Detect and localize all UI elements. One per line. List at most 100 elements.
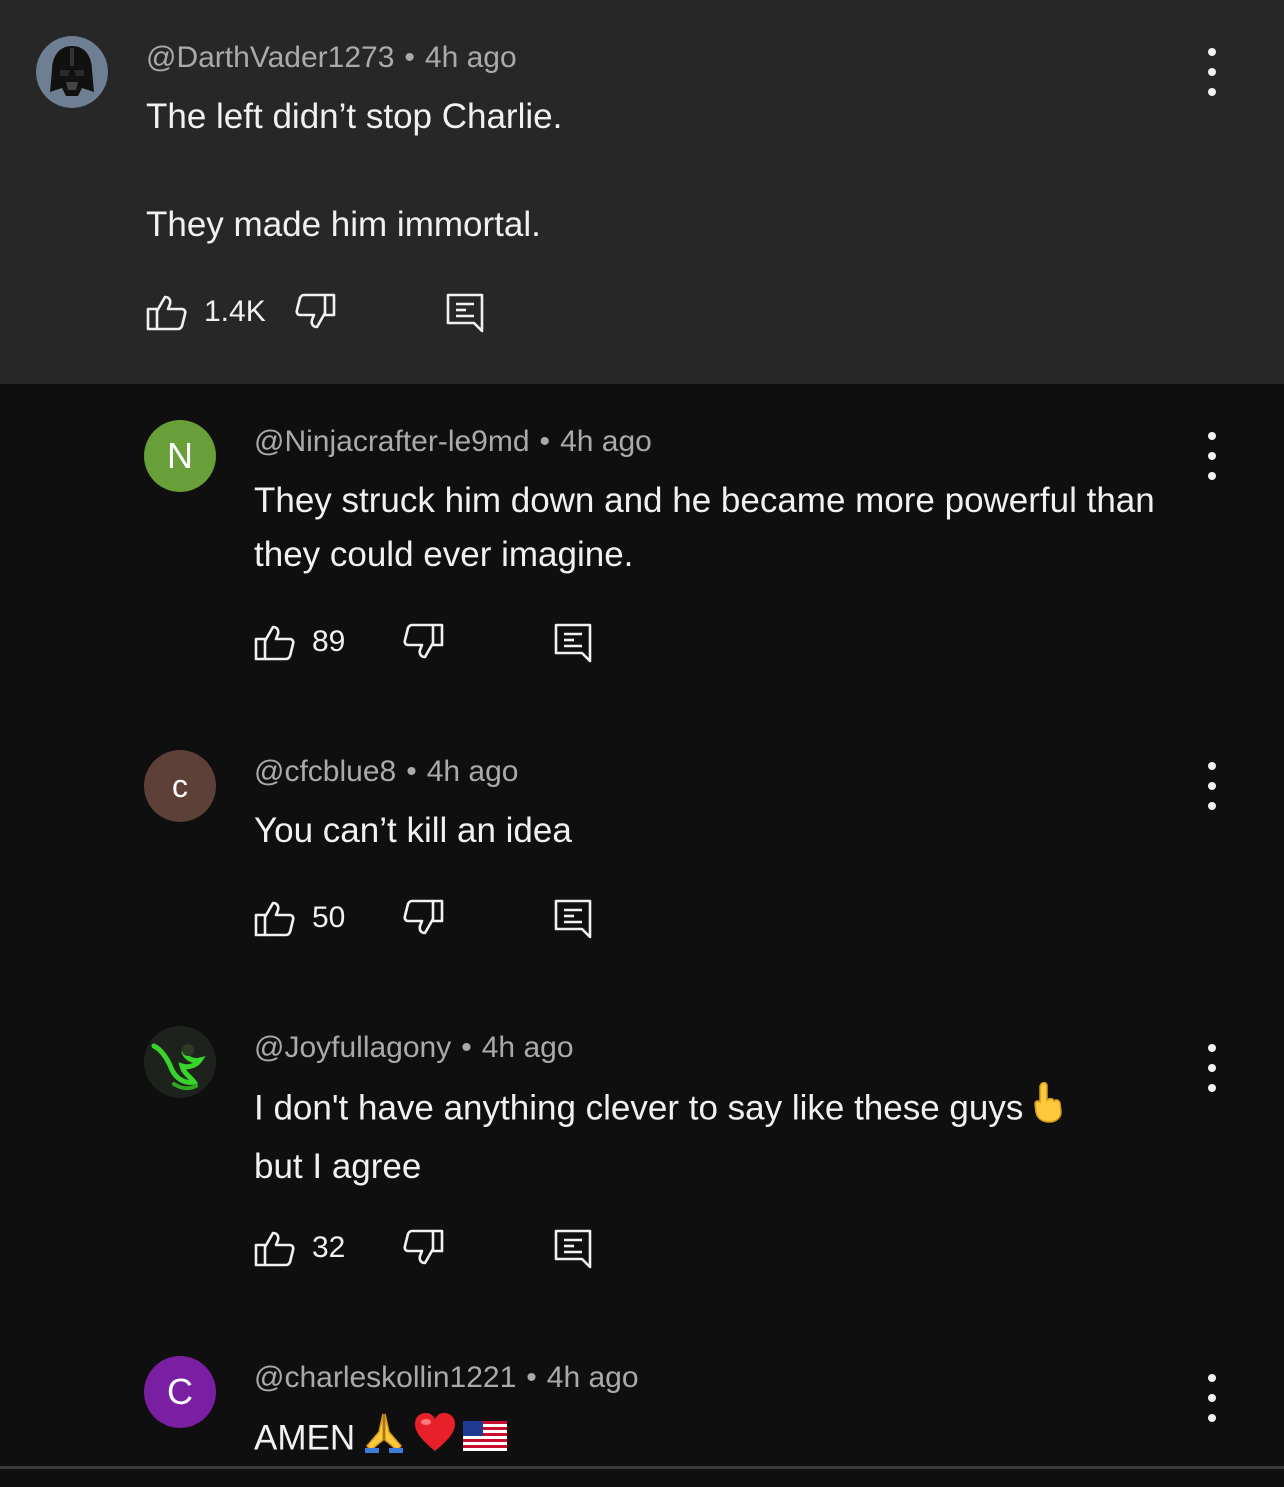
like-count: 1.4K (204, 295, 266, 328)
avatar[interactable]: C (144, 1356, 216, 1428)
dot-icon (1208, 1084, 1216, 1092)
thumbs-up-icon (254, 625, 295, 661)
dot-icon (1208, 452, 1216, 460)
dot-icon (1208, 1414, 1216, 1422)
avatar[interactable]: N (144, 420, 216, 492)
comment-body: @Joyfullagony • 4h ago I don't have anythi… (254, 1030, 1184, 1194)
comment-body: @charleskollin1221 • 4h ago AMEN (254, 1360, 1184, 1470)
reply-icon (554, 1229, 592, 1269)
meta-separator: • (461, 1031, 472, 1064)
comment-actions: 1.4K (146, 288, 486, 336)
comment-author[interactable]: @DarthVader1273 (146, 41, 394, 74)
more-options-button[interactable] (1198, 1374, 1226, 1422)
meta-separator: • (539, 425, 551, 458)
dot-icon (1208, 1394, 1216, 1402)
reply-icon (554, 623, 592, 663)
comment-time[interactable]: 4h ago (425, 41, 517, 74)
comment-text: You can’t kill an idea (254, 811, 572, 850)
meta-separator: • (406, 755, 417, 788)
dot-icon (1208, 1374, 1216, 1382)
like-button[interactable] (254, 1227, 296, 1269)
dislike-button[interactable] (402, 897, 444, 939)
comment-meta: @cfcblue8 • 4h ago (254, 754, 1184, 790)
comment-author[interactable]: @cfcblue8 (254, 755, 396, 788)
comment-meta: @Ninjacrafter-le9md • 4h ago (254, 424, 1184, 460)
dot-icon (1208, 48, 1216, 56)
comment-text-line2: but I agree (254, 1147, 422, 1186)
comment-actions: 32 (254, 1224, 594, 1272)
comment-text-line1: I don't have anything clever to say like… (254, 1088, 1024, 1128)
like-count: 32 (312, 1231, 346, 1264)
folded-hands-icon (361, 1410, 407, 1470)
like-button[interactable] (146, 291, 188, 333)
dot-icon (1208, 802, 1216, 810)
comment-time[interactable]: 4h ago (547, 1361, 639, 1394)
dot-icon (1208, 432, 1216, 440)
avatar[interactable] (36, 36, 108, 108)
comment-meta: @charleskollin1221 • 4h ago (254, 1360, 1184, 1396)
comment-text: AMEN (254, 1410, 1184, 1470)
thumbs-down-icon (403, 899, 444, 935)
comment-time[interactable]: 4h ago (427, 755, 519, 788)
comment-meta: @Joyfullagony • 4h ago (254, 1030, 1184, 1066)
green-creature-avatar-icon (144, 1026, 216, 1098)
reply-button[interactable] (444, 291, 486, 333)
more-options-button[interactable] (1198, 48, 1226, 96)
like-count: 89 (312, 625, 346, 658)
more-options-button[interactable] (1198, 762, 1226, 810)
us-flag-icon (463, 1413, 508, 1467)
thumbs-down-icon (403, 1229, 444, 1265)
highlighted-comment: @DarthVader1273 • 4h ago The left didn’t s… (0, 0, 1284, 384)
reply-icon (446, 293, 484, 333)
comment-text: The left didn’t stop Charlie. They made … (146, 97, 563, 244)
dislike-button[interactable] (402, 621, 444, 663)
comment-time[interactable]: 4h ago (482, 1031, 574, 1064)
divider (0, 1466, 1284, 1469)
comment-body: @Ninjacrafter-le9md • 4h ago They struck h… (254, 424, 1184, 582)
avatar[interactable] (144, 1026, 216, 1098)
more-options-button[interactable] (1198, 1044, 1226, 1092)
meta-separator: • (526, 1361, 537, 1394)
reply-button[interactable] (552, 621, 594, 663)
reply-comment: c @cfcblue8 • 4h ago You can’t kill an ide… (0, 714, 1284, 990)
avatar[interactable]: c (144, 750, 216, 822)
dot-icon (1208, 762, 1216, 770)
comment-text-line1: AMEN (254, 1418, 356, 1458)
comment-author[interactable]: @charleskollin1221 (254, 1361, 516, 1394)
comment-author[interactable]: @Ninjacrafter-le9md (254, 425, 530, 458)
comment-author[interactable]: @Joyfullagony (254, 1031, 451, 1064)
thumbs-up-icon (146, 295, 187, 331)
pointing-up-hand-icon (1029, 1080, 1065, 1140)
dot-icon (1208, 782, 1216, 790)
like-button[interactable] (254, 621, 296, 663)
reply-comment: C @charleskollin1221 • 4h ago AMEN (0, 1320, 1284, 1487)
thumbs-up-icon (254, 1231, 295, 1267)
darth-vader-avatar-icon (36, 36, 108, 108)
like-button[interactable] (254, 897, 296, 939)
comment-actions: 50 (254, 894, 594, 942)
dislike-button[interactable] (402, 1227, 444, 1269)
dislike-button[interactable] (294, 291, 336, 333)
dot-icon (1208, 68, 1216, 76)
dot-icon (1208, 1044, 1216, 1052)
thumbs-down-icon (295, 293, 336, 329)
avatar-letter: c (172, 767, 188, 804)
comments-thread: @DarthVader1273 • 4h ago The left didn’t s… (0, 0, 1284, 1487)
comment-body: @DarthVader1273 • 4h ago The left didn’t s… (146, 40, 1184, 252)
dot-icon (1208, 472, 1216, 480)
red-heart-icon (413, 1411, 457, 1469)
comment-meta: @DarthVader1273 • 4h ago (146, 40, 1184, 76)
reply-comment: N @Ninjacrafter-le9md • 4h ago They struck… (0, 384, 1284, 714)
reply-icon (554, 899, 592, 939)
comment-body: @cfcblue8 • 4h ago You can’t kill an idea (254, 754, 1184, 858)
reply-button[interactable] (552, 1227, 594, 1269)
like-count: 50 (312, 901, 346, 934)
comment-time[interactable]: 4h ago (560, 425, 652, 458)
comment-text: They struck him down and he became more … (254, 481, 1165, 574)
thumbs-up-icon (254, 901, 295, 937)
reply-button[interactable] (552, 897, 594, 939)
dot-icon (1208, 1064, 1216, 1072)
more-options-button[interactable] (1198, 432, 1226, 480)
comment-actions: 89 (254, 618, 594, 666)
reply-comment: @Joyfullagony • 4h ago I don't have anythi… (0, 990, 1284, 1320)
